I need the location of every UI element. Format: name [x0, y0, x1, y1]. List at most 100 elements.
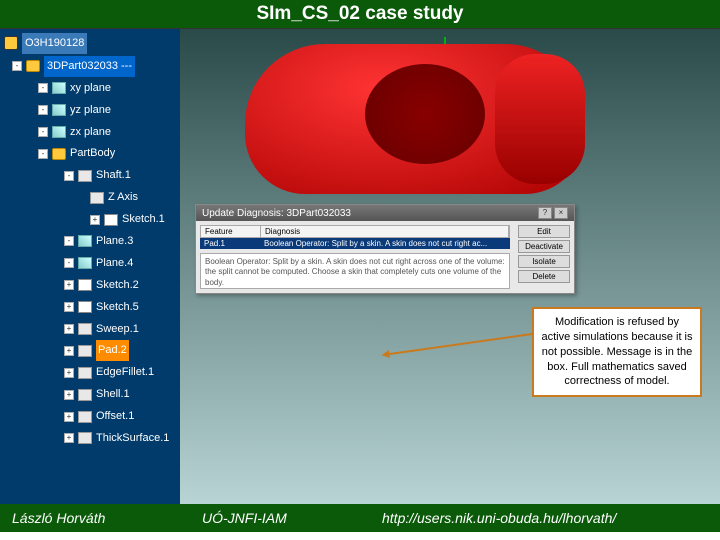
footer-author: László Horváth [12, 510, 162, 526]
plane-label: yz plane [70, 100, 111, 121]
plane-icon [52, 104, 66, 116]
plane-label: zx plane [70, 122, 111, 143]
feature-label: Z Axis [108, 187, 138, 208]
plane-icon [52, 126, 66, 138]
row-feature: Pad.1 [200, 238, 260, 249]
expand-icon[interactable]: + [90, 215, 100, 225]
tree-root[interactable]: O3H190128 [2, 33, 178, 54]
tree-shell[interactable]: + Shell.1 [54, 384, 178, 405]
feature-label: Shell.1 [96, 384, 130, 405]
tree-plane[interactable]: - Plane.3 [54, 231, 178, 252]
diagnosis-table-header: Feature Diagnosis [200, 225, 510, 238]
pad-icon [78, 345, 92, 357]
feature-label: Plane.3 [96, 231, 133, 252]
part-label: 3DPart032033 --- [44, 56, 135, 77]
sweep-icon [78, 323, 92, 335]
plane-label: xy plane [70, 78, 111, 99]
expand-icon[interactable]: + [64, 412, 74, 422]
red-part-render [185, 34, 715, 199]
expand-icon[interactable]: + [64, 368, 74, 378]
offset-icon [78, 411, 92, 423]
diagnosis-row[interactable]: Pad.1 Boolean Operator: Split by a skin.… [200, 238, 510, 249]
tree-plane[interactable]: - Plane.4 [54, 253, 178, 274]
tree-part-node[interactable]: - 3DPart032033 --- [2, 56, 178, 77]
shell-icon [78, 389, 92, 401]
tree-sketch[interactable]: + Sketch.2 [54, 275, 178, 296]
tree-feature-shaft[interactable]: - Shaft.1 [54, 165, 178, 186]
feature-label: Shaft.1 [96, 165, 131, 186]
3d-viewport[interactable]: Update Diagnosis: 3DPart032033 ? × Featu… [180, 29, 720, 504]
tree-body[interactable]: - PartBody [28, 143, 178, 164]
footer-url: http://users.nik.uni-obuda.hu/lhorvath/ [382, 510, 708, 526]
feature-label: Sketch.1 [122, 209, 165, 230]
expand-icon[interactable]: + [64, 280, 74, 290]
expand-icon[interactable]: - [38, 127, 48, 137]
isolate-button[interactable]: Isolate [518, 255, 570, 268]
expand-icon[interactable]: + [64, 324, 74, 334]
sketch-icon [104, 214, 118, 226]
product-icon [4, 36, 18, 50]
tree-plane[interactable]: - yz plane [28, 100, 178, 121]
part-icon [26, 60, 40, 72]
tree-offset[interactable]: + Offset.1 [54, 406, 178, 427]
feature-label: Sweep.1 [96, 319, 139, 340]
expand-icon[interactable]: - [12, 61, 22, 71]
fillet-icon [78, 367, 92, 379]
slide-title: SIm_CS_02 case study [0, 0, 720, 29]
body-icon [52, 148, 66, 160]
footer-institution: UÓ-JNFI-IAM [202, 510, 342, 526]
dialog-title-text: Update Diagnosis: 3DPart032033 [202, 208, 351, 219]
diagnosis-message: Boolean Operator: Split by a skin. A ski… [200, 253, 510, 289]
tree-plane[interactable]: - xy plane [28, 78, 178, 99]
body-label: PartBody [70, 143, 115, 164]
expand-icon[interactable]: - [38, 105, 48, 115]
annotation-box: Modification is refused by active simula… [532, 307, 702, 397]
thick-icon [78, 432, 92, 444]
tree-thick[interactable]: + ThickSurface.1 [54, 428, 178, 449]
tree-pad[interactable]: + Pad.2 [54, 340, 178, 361]
tree-sweep[interactable]: + Sweep.1 [54, 319, 178, 340]
plane-icon [78, 257, 92, 269]
expand-icon[interactable]: - [38, 83, 48, 93]
expand-icon[interactable]: - [38, 149, 48, 159]
shaft-icon [78, 170, 92, 182]
update-diagnosis-dialog: Update Diagnosis: 3DPart032033 ? × Featu… [195, 204, 575, 294]
root-label: O3H190128 [22, 33, 87, 54]
feature-label: Sketch.2 [96, 275, 139, 296]
tree-fillet[interactable]: + EdgeFillet.1 [54, 362, 178, 383]
feature-label: ThickSurface.1 [96, 428, 169, 449]
help-button[interactable]: ? [538, 207, 552, 219]
sketch-icon [78, 279, 92, 291]
deactivate-button[interactable]: Deactivate [518, 240, 570, 253]
tree-sketch[interactable]: + Sketch.5 [54, 297, 178, 318]
main-area: O3H190128 - 3DPart032033 --- - xy plane -… [0, 29, 720, 504]
feature-label-selected: Pad.2 [96, 340, 129, 361]
dialog-titlebar[interactable]: Update Diagnosis: 3DPart032033 ? × [196, 205, 574, 221]
plane-icon [52, 82, 66, 94]
feature-label: Plane.4 [96, 253, 133, 274]
expand-icon[interactable]: - [64, 236, 74, 246]
axis-icon [90, 192, 104, 204]
edit-button[interactable]: Edit [518, 225, 570, 238]
expand-icon[interactable]: + [64, 346, 74, 356]
plane-icon [78, 235, 92, 247]
tree-sketch[interactable]: + Sketch.1 [80, 209, 178, 230]
row-diagnosis: Boolean Operator: Split by a skin. A ski… [260, 238, 510, 249]
tree-plane[interactable]: - zx plane [28, 122, 178, 143]
expand-icon[interactable]: + [64, 433, 74, 443]
feature-label: Sketch.5 [96, 297, 139, 318]
feature-label: EdgeFillet.1 [96, 362, 154, 383]
col-diagnosis: Diagnosis [261, 226, 509, 237]
delete-button[interactable]: Delete [518, 270, 570, 283]
expand-icon[interactable]: - [64, 258, 74, 268]
sketch-icon [78, 301, 92, 313]
tree-zaxis[interactable]: Z Axis [80, 187, 178, 208]
feature-tree-panel: O3H190128 - 3DPart032033 --- - xy plane -… [0, 29, 180, 504]
slide-footer: László Horváth UÓ-JNFI-IAM http://users.… [0, 504, 720, 532]
close-button[interactable]: × [554, 207, 568, 219]
col-feature: Feature [201, 226, 261, 237]
expand-icon[interactable]: + [64, 302, 74, 312]
feature-label: Offset.1 [96, 406, 134, 427]
expand-icon[interactable]: - [64, 171, 74, 181]
expand-icon[interactable]: + [64, 390, 74, 400]
